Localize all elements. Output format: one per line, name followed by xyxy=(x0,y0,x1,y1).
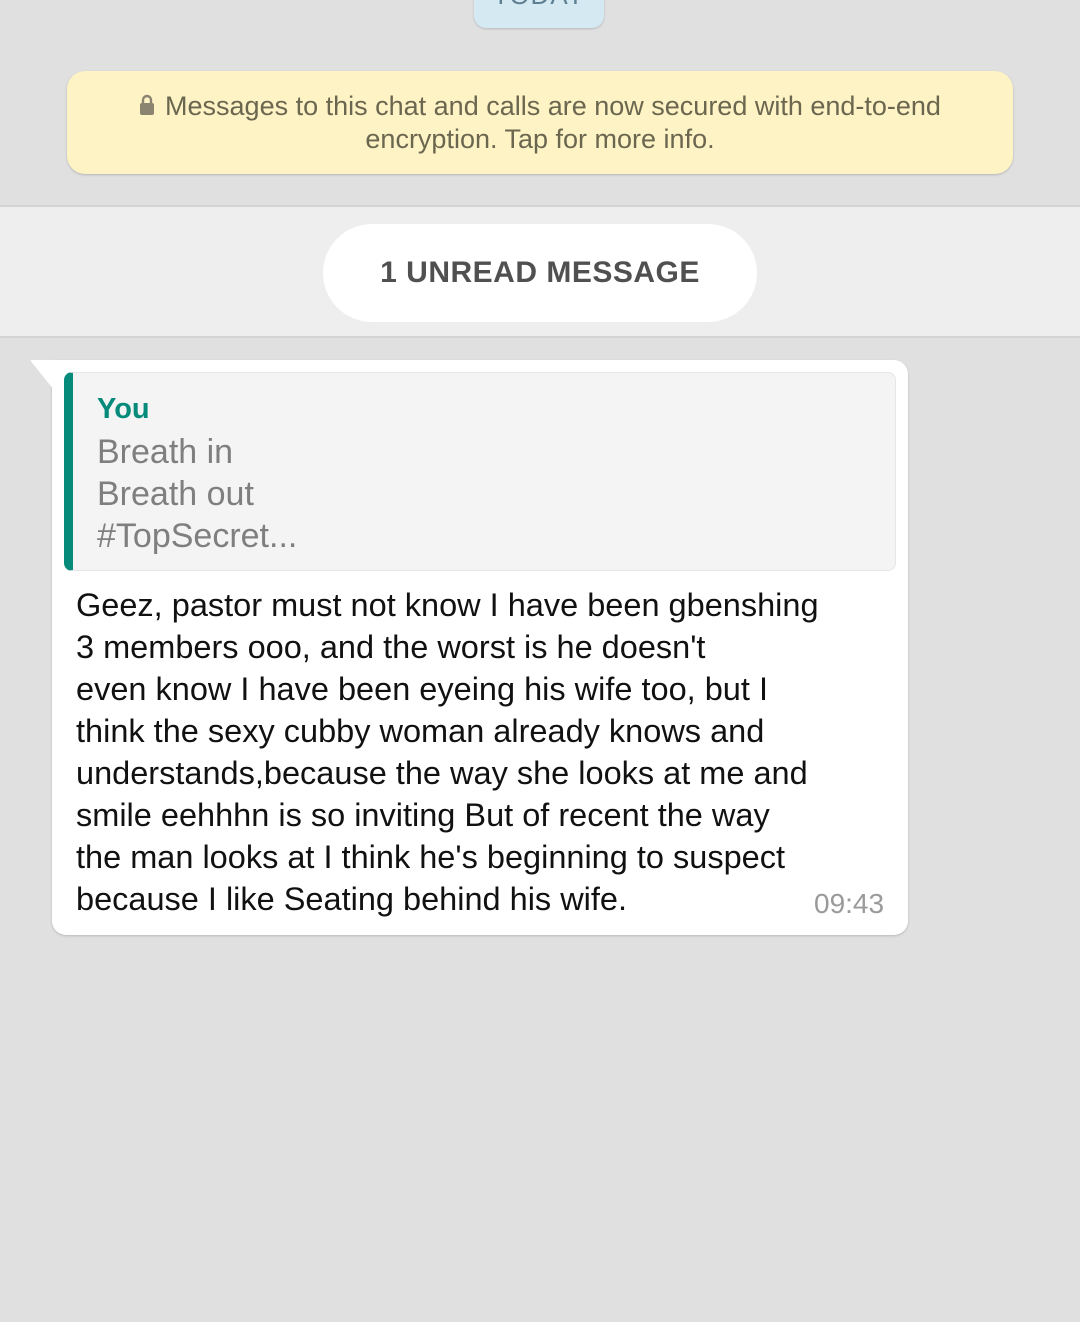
encryption-notice[interactable]: Messages to this chat and calls are now … xyxy=(67,71,1013,174)
lock-icon xyxy=(140,94,155,115)
date-chip: TODAY xyxy=(474,0,604,28)
message-line: understands,because the way she looks at… xyxy=(76,755,808,791)
quoted-line: Breath in xyxy=(97,433,234,471)
bubble-tail xyxy=(30,360,54,390)
unread-divider: 1 UNREAD MESSAGE xyxy=(0,205,1080,338)
message-line: even know I have been eyeing his wife to… xyxy=(76,671,768,707)
encryption-notice-content: Messages to this chat and calls are now … xyxy=(120,90,960,156)
message-line: 3 members ooo, and the worst is he doesn… xyxy=(76,629,706,665)
encryption-notice-text: Messages to this chat and calls are now … xyxy=(165,90,941,154)
message-line: the man looks at I think he's beginning … xyxy=(76,839,786,875)
message-line: Geez, pastor must not know I have been g… xyxy=(76,587,819,623)
message-timestamp: 09:43 xyxy=(814,888,885,919)
message-line: smile eehhhn is so inviting But of recen… xyxy=(76,797,770,833)
unread-pill: 1 UNREAD MESSAGE xyxy=(323,224,757,322)
quoted-line: Breath out xyxy=(97,475,254,513)
message-text: Geez, pastor must not know I have been g… xyxy=(76,584,896,920)
quoted-line: #TopSecret... xyxy=(97,517,298,555)
date-chip-label: TODAY xyxy=(474,0,604,11)
unread-label: 1 UNREAD MESSAGE xyxy=(380,256,700,289)
message-line: think the sexy cubby woman already knows… xyxy=(76,713,765,749)
quoted-message[interactable]: You Breath in Breath out #TopSecret... xyxy=(64,372,896,571)
incoming-message-bubble[interactable]: You Breath in Breath out #TopSecret... G… xyxy=(30,360,908,935)
message-line: because I like Seating behind his wife. xyxy=(76,881,628,917)
quoted-author: You xyxy=(97,393,150,425)
